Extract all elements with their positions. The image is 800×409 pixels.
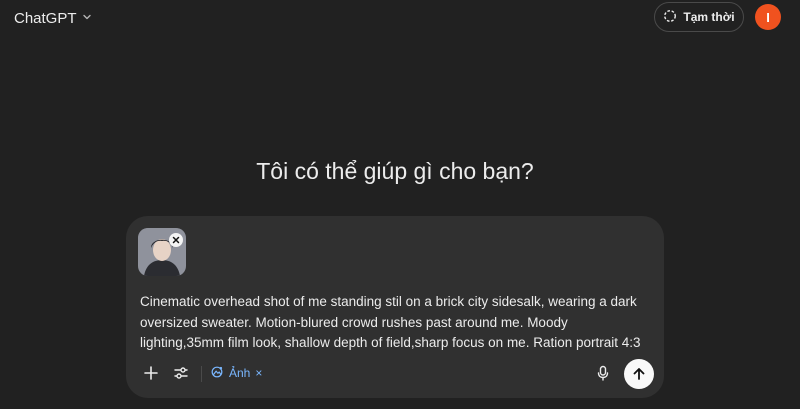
send-button[interactable] — [624, 359, 654, 389]
chevron-down-icon — [81, 10, 93, 27]
arrow-up-icon — [633, 368, 645, 380]
composer: Cinematic overhead shot of me standing s… — [126, 216, 664, 398]
tools-button[interactable] — [170, 362, 192, 384]
sliders-icon — [174, 367, 188, 379]
microphone-icon — [597, 365, 609, 381]
model-name: ChatGPT — [14, 10, 77, 27]
temporary-chat-button[interactable]: Tạm thời — [654, 2, 744, 32]
temporary-chat-label: Tạm thời — [683, 10, 735, 24]
page-title: Tôi có thể giúp gì cho bạn? — [256, 158, 534, 184]
voice-input-button[interactable] — [592, 362, 614, 384]
remove-attachment-button[interactable] — [169, 233, 183, 247]
plus-icon — [144, 366, 158, 380]
model-selector[interactable]: ChatGPT — [10, 6, 97, 31]
chatgpt-home: ChatGPT Tạm thời I Tôi có thể giúp gì ch… — [0, 0, 800, 409]
image-tool-chip[interactable]: Ảnh × — [210, 363, 262, 383]
image-tool-label: Ảnh — [229, 366, 251, 380]
prompt-input[interactable]: Cinematic overhead shot of me standing s… — [140, 292, 652, 354]
add-attachment-button[interactable] — [140, 362, 162, 384]
close-icon — [172, 236, 180, 244]
avatar[interactable]: I — [755, 4, 781, 30]
dashed-circle-icon — [663, 9, 677, 26]
remove-tool-button[interactable]: × — [255, 366, 262, 380]
image-gen-icon — [210, 365, 224, 382]
toolbar-divider — [201, 366, 202, 382]
